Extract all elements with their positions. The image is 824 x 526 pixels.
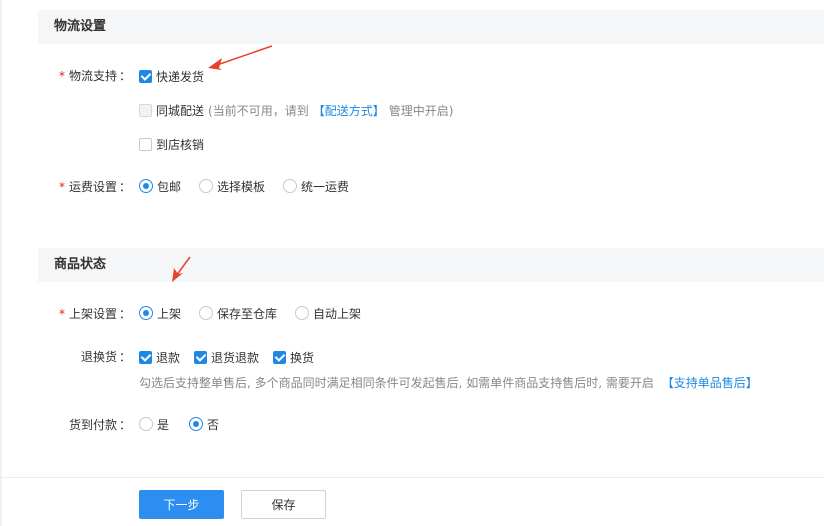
annotation-arrow-icon: [172, 256, 191, 282]
annotation-arrows: [172, 45, 273, 282]
annotation-arrow-icon: [208, 45, 273, 70]
